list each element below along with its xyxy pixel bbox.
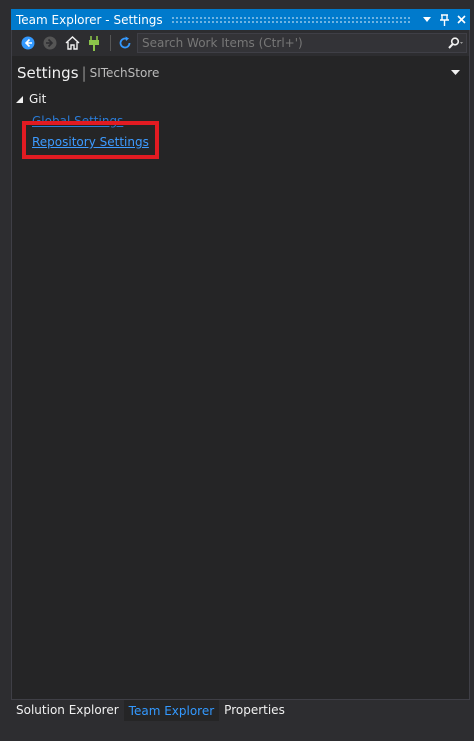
forward-icon[interactable] [40, 33, 60, 53]
tab-solution-explorer[interactable]: Solution Explorer [11, 700, 124, 721]
tab-team-explorer[interactable]: Team Explorer [123, 700, 220, 721]
toolbar-separator [110, 35, 111, 51]
connect-icon[interactable] [84, 33, 104, 53]
refresh-icon[interactable] [115, 33, 135, 53]
window-menu-dropdown-icon[interactable] [419, 12, 435, 28]
repository-name: SITechStore [89, 66, 160, 80]
page-title: Settings [17, 64, 79, 82]
close-icon[interactable] [453, 12, 469, 28]
search-icon[interactable] [444, 34, 466, 52]
tab-properties[interactable]: Properties [219, 700, 290, 721]
highlight-box [22, 121, 159, 159]
toolbar [12, 30, 469, 56]
window-title: Team Explorer - Settings [16, 12, 163, 27]
team-explorer-panel: Settings | SITechStore Git Global Settin… [11, 30, 470, 700]
home-icon[interactable] [62, 33, 82, 53]
back-icon[interactable] [18, 33, 38, 53]
git-section-header[interactable]: Git [16, 90, 46, 108]
title-bar[interactable]: Team Explorer - Settings [11, 9, 470, 30]
title-separator: | [81, 64, 87, 82]
search-box[interactable] [137, 33, 467, 53]
pin-icon[interactable] [436, 12, 452, 28]
bottom-tab-strip: Solution Explorer Team Explorer Properti… [11, 700, 470, 722]
dropdown-arrow-icon[interactable] [449, 66, 461, 78]
drag-grip[interactable] [170, 16, 411, 23]
search-input[interactable] [138, 34, 444, 52]
git-section-label: Git [29, 92, 47, 106]
collapse-triangle-icon[interactable] [16, 92, 23, 106]
window-frame: Team Explorer - Settings Search Work Ite… [0, 0, 474, 741]
page-header: Settings | SITechStore [12, 56, 469, 90]
